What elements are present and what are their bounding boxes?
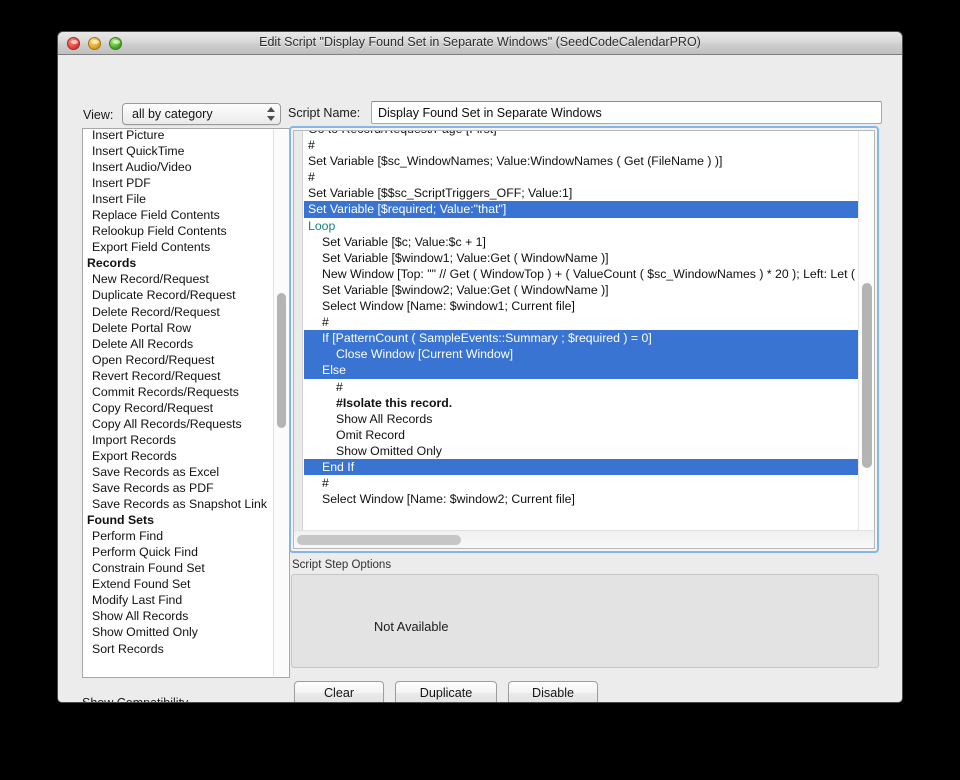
- script-name-input[interactable]: Display Found Set in Separate Windows: [371, 101, 882, 124]
- view-select-value: all by category: [132, 107, 213, 121]
- window-titlebar[interactable]: Edit Script "Display Found Set in Separa…: [58, 32, 902, 55]
- script-step-line[interactable]: Show Omitted Only: [304, 443, 858, 459]
- edit-script-window: Edit Script "Display Found Set in Separa…: [57, 31, 903, 703]
- step-library-item[interactable]: Perform Quick Find: [83, 544, 289, 560]
- script-editor-horizontal-scrollbar[interactable]: [294, 530, 874, 548]
- script-step-line[interactable]: Show All Records: [304, 411, 858, 427]
- script-step-line[interactable]: Set Variable [$sc_WindowNames; Value:Win…: [304, 153, 858, 169]
- script-step-line[interactable]: Select Window [Name: $window1; Current f…: [304, 298, 858, 314]
- step-library-item[interactable]: Constrain Found Set: [83, 560, 289, 576]
- clear-button[interactable]: Clear: [294, 681, 384, 702]
- step-library-item[interactable]: Export Records: [83, 448, 289, 464]
- step-library-item[interactable]: Export Field Contents: [83, 239, 289, 255]
- script-step-line[interactable]: Loop: [304, 218, 858, 234]
- script-step-options-message: Not Available: [374, 619, 449, 634]
- compatibility-label: Show Compatibility: [82, 696, 189, 703]
- duplicate-button[interactable]: Duplicate: [395, 681, 497, 702]
- step-library-item[interactable]: Duplicate Record/Request: [83, 287, 289, 303]
- script-step-line[interactable]: Set Variable [$$sc_ScriptTriggers_OFF; V…: [304, 185, 858, 201]
- step-library-item[interactable]: Insert File: [83, 191, 289, 207]
- step-library-item[interactable]: Save Records as PDF: [83, 480, 289, 496]
- script-name-label: Script Name:: [288, 106, 361, 120]
- step-library-item[interactable]: Modify Last Find: [83, 592, 289, 608]
- step-library-item[interactable]: Delete Portal Row: [83, 320, 289, 336]
- script-step-line[interactable]: Close Window [Current Window]: [304, 346, 858, 363]
- script-step-line[interactable]: New Window [Top: "" // Get ( WindowTop )…: [304, 266, 858, 282]
- scrollbar-thumb[interactable]: [862, 283, 872, 468]
- scrollbar-thumb[interactable]: [297, 535, 461, 545]
- script-step-line[interactable]: #: [304, 314, 858, 330]
- script-step-library-scrollbar[interactable]: [273, 130, 288, 676]
- step-library-item[interactable]: Copy Record/Request: [83, 400, 289, 416]
- step-library-item[interactable]: Perform Find: [83, 528, 289, 544]
- script-name-value: Display Found Set in Separate Windows: [378, 106, 602, 120]
- script-step-options-panel: Not Available: [291, 574, 879, 668]
- step-library-item[interactable]: Save Records as Snapshot Link: [83, 496, 289, 512]
- step-library-item[interactable]: Delete Record/Request: [83, 304, 289, 320]
- step-library-item[interactable]: Open Record/Request: [83, 352, 289, 368]
- script-step-line[interactable]: #: [304, 379, 858, 395]
- step-library-item[interactable]: Copy All Records/Requests: [83, 416, 289, 432]
- window-title: Edit Script "Display Found Set in Separa…: [259, 35, 701, 49]
- script-step-line[interactable]: Set Variable [$window1; Value:Get ( Wind…: [304, 250, 858, 266]
- script-editor-canvas[interactable]: Go to Record/Request/Page [First]#Set Va…: [293, 130, 875, 549]
- step-library-item[interactable]: Commit Records/Requests: [83, 384, 289, 400]
- step-library-item[interactable]: Show All Records: [83, 608, 289, 624]
- script-step-line[interactable]: #: [304, 475, 858, 491]
- script-step-list: Go to Record/Request/Page [First]#Set Va…: [304, 131, 858, 530]
- script-step-line[interactable]: #: [304, 137, 858, 153]
- step-library-item[interactable]: Insert Audio/Video: [83, 159, 289, 175]
- script-step-line[interactable]: Set Variable [$c; Value:$c + 1]: [304, 234, 858, 250]
- disable-button[interactable]: Disable: [508, 681, 598, 702]
- step-library-item[interactable]: Import Records: [83, 432, 289, 448]
- scrollbar-thumb[interactable]: [277, 293, 286, 428]
- script-step-line[interactable]: Omit Record: [304, 427, 858, 443]
- script-step-options-label: Script Step Options: [292, 559, 392, 571]
- step-library-category: Found Sets: [87, 513, 154, 528]
- script-step-line[interactable]: Select Window [Name: $window2; Current f…: [304, 491, 858, 507]
- chevron-updown-icon: [266, 107, 275, 123]
- script-step-line[interactable]: Set Variable [$window2; Value:Get ( Wind…: [304, 282, 858, 298]
- step-library-item[interactable]: Replace Field Contents: [83, 207, 289, 223]
- step-library-item[interactable]: Insert Picture: [83, 129, 289, 143]
- script-editor-vertical-scrollbar[interactable]: [858, 131, 874, 530]
- step-library-item[interactable]: Sort Records: [83, 641, 289, 657]
- step-library-item[interactable]: Extend Found Set: [83, 576, 289, 592]
- step-library-item[interactable]: Show Omitted Only: [83, 624, 289, 640]
- script-editor-gutter: [294, 131, 303, 548]
- step-library-category: Records: [87, 256, 137, 271]
- script-step-line[interactable]: End If: [304, 458, 858, 476]
- script-step-line[interactable]: #: [304, 169, 858, 185]
- step-library-item[interactable]: Insert QuickTime: [83, 143, 289, 159]
- desktop-background: Edit Script "Display Found Set in Separa…: [0, 0, 960, 780]
- view-select[interactable]: all by category: [122, 103, 281, 125]
- script-step-line[interactable]: #Isolate this record.: [304, 395, 858, 411]
- script-step-library-list: Insert Picture Insert QuickTime Insert Aud…: [83, 129, 289, 657]
- step-library-item[interactable]: Delete All Records: [83, 336, 289, 352]
- script-step-library[interactable]: Insert Picture Insert QuickTime Insert Aud…: [82, 128, 290, 678]
- script-step-line[interactable]: Set Variable [$required; Value:"that"]: [304, 201, 858, 218]
- step-library-item[interactable]: New Record/Request: [83, 271, 289, 287]
- step-library-item[interactable]: Save Records as Excel: [83, 464, 289, 480]
- step-library-item[interactable]: Relookup Field Contents: [83, 223, 289, 239]
- step-library-item[interactable]: Insert PDF: [83, 175, 289, 191]
- view-label: View:: [83, 108, 114, 122]
- script-editor[interactable]: Go to Record/Request/Page [First]#Set Va…: [289, 126, 879, 553]
- script-step-line[interactable]: Else: [304, 362, 858, 379]
- script-step-line[interactable]: If [PatternCount ( SampleEvents::Summary…: [304, 330, 858, 347]
- window-body: View: all by category Script Name: Displ…: [58, 55, 902, 703]
- step-library-item[interactable]: Revert Record/Request: [83, 368, 289, 384]
